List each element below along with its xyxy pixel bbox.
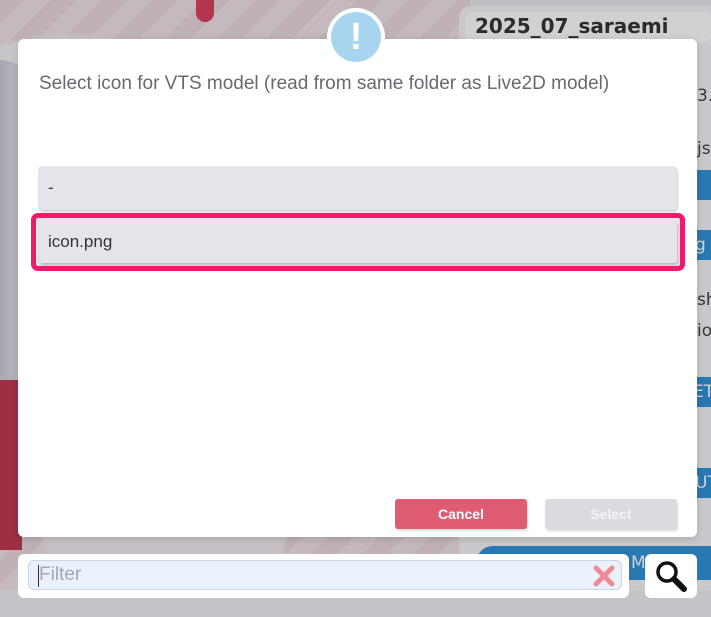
search-button[interactable]: [645, 554, 697, 598]
select-button[interactable]: Select: [545, 499, 677, 529]
option-item-icon-png[interactable]: icon.png: [31, 213, 685, 271]
dialog-prompt: Select icon for VTS model (read from sam…: [39, 73, 610, 94]
close-x-icon[interactable]: [591, 563, 617, 589]
exclamation-icon: !: [331, 12, 381, 62]
alert-badge: !: [327, 8, 385, 66]
option-button-face: [39, 221, 677, 263]
text-caret: [38, 565, 39, 587]
filter-input[interactable]: [28, 560, 622, 590]
option-label: -: [48, 178, 54, 197]
magnifier-icon: [656, 561, 687, 592]
option-item-none[interactable]: -: [38, 166, 677, 210]
option-label: icon.png: [48, 232, 113, 251]
cancel-button[interactable]: Cancel: [395, 499, 527, 529]
select-icon-dialog: Select icon for VTS model (read from sam…: [18, 39, 697, 537]
filter-bar: [18, 554, 629, 598]
